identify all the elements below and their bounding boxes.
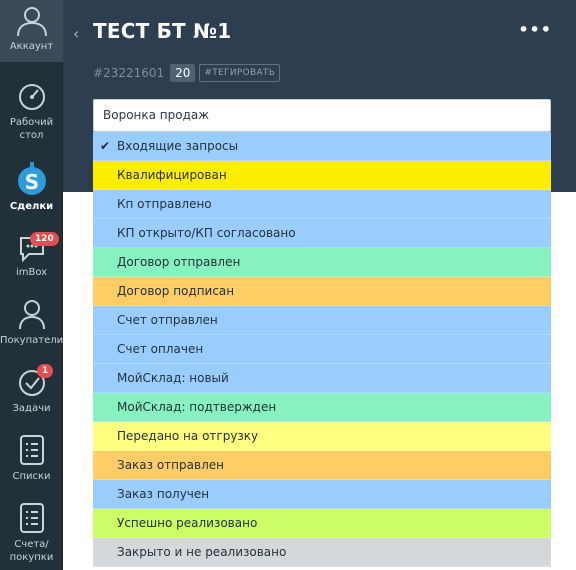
sidebar-item-label: Покупатели [0,335,64,346]
sidebar-item-account[interactable]: Аккаунт [0,0,63,62]
status-option[interactable]: Договор отправлен [93,248,551,277]
sidebar-item-deals[interactable]: S Сделки [0,162,63,213]
page-title: ТЕСТ БТ №1 [93,19,232,43]
status-option[interactable]: Успешно реализовано [93,509,551,538]
sidebar-item-label: Задачи [12,403,51,414]
deal-number-badge: 20 [170,64,196,82]
sidebar-item-invoices[interactable]: Счета/ покупки [0,502,63,564]
account-icon [16,7,47,36]
status-option-label: Договор подписан [117,284,235,298]
invoices-icon [19,503,44,533]
sidebar-item-label: Сделки [9,201,54,212]
status-option-label: МойСклад: подтвержден [117,400,277,414]
status-option[interactable]: Договор подписан [93,277,551,306]
status-option[interactable]: КП открыто/КП согласовано [93,219,551,248]
sidebar-item-dashboard[interactable]: Рабочий стол [0,82,63,142]
status-option-label: Заказ отправлен [117,458,224,472]
sidebar-item-label: Аккаунт [9,41,54,52]
sidebar-item-tasks[interactable]: 1 Задачи [0,364,63,415]
status-option[interactable]: Квалифицирован [93,161,551,190]
status-option[interactable]: Счет оплачен [93,335,551,364]
sidebar-item-lists[interactable]: Списки [0,434,63,483]
status-option-label: МойСклад: новый [117,371,229,385]
status-option[interactable]: Кп отправлено [93,190,551,219]
status-option[interactable]: Заказ получен [93,480,551,509]
sidebar-item-label: Рабочий стол [9,117,54,141]
status-option-label: Кп отправлено [117,197,212,211]
sidebar-item-label: Списки [12,471,51,482]
unread-badge: 120 [30,232,59,246]
status-option-label: Счет отправлен [117,313,218,327]
status-option[interactable]: МойСклад: новый [93,364,551,393]
pipeline-select[interactable]: Воронка продаж [93,99,551,132]
more-options-icon[interactable]: ••• [518,20,552,39]
sidebar: Аккаунт Рабочий стол S Сделки 120 imBox [0,0,63,570]
pipeline-status-dropdown: ✔ Входящие запросы Квалифицирован Кп отпр… [93,132,551,570]
status-option[interactable]: Закрыто и не реализовано [93,538,551,567]
sidebar-item-customers[interactable]: Покупатели [0,298,63,347]
status-option[interactable]: ✔ Входящие запросы [93,132,551,161]
status-option-label: Закрыто и не реализовано [117,545,287,559]
status-option-label: Квалифицирован [117,168,227,182]
status-option-label: Входящие запросы [117,139,239,153]
status-option[interactable]: Счет отправлен [93,306,551,335]
tag-button[interactable]: #ТЕГИРОВАТЬ [199,64,281,82]
status-option[interactable]: МойСклад: подтвержден [93,393,551,422]
status-option-label: Успешно реализовано [117,516,258,530]
sidebar-item-label: Счета/ покупки [9,539,54,563]
deal-id: #23221601 [93,66,165,80]
status-option-label: Счет оплачен [117,342,204,356]
back-icon[interactable]: ‹ [73,24,79,43]
check-icon: ✔ [100,139,111,153]
dashboard-icon [18,84,45,110]
deals-icon: S [17,162,46,195]
status-option-label: Передано на отгрузку [117,429,259,443]
sidebar-item-imbox[interactable]: 120 imBox [0,232,63,279]
status-option-label: КП открыто/КП согласовано [117,226,296,240]
deal-meta: #23221601 20 #ТЕГИРОВАТЬ [93,64,281,82]
tasks-badge: 1 [37,364,54,378]
lists-icon [19,435,44,465]
status-option[interactable]: Заказ отправлен [93,451,551,480]
sidebar-item-label: imBox [15,267,48,278]
status-option[interactable]: Передано на отгрузку [93,422,551,451]
status-option-label: Договор отправлен [117,255,241,269]
customers-icon [18,300,45,330]
svg-text:S: S [24,170,38,194]
status-option-label: Заказ получен [117,487,210,501]
